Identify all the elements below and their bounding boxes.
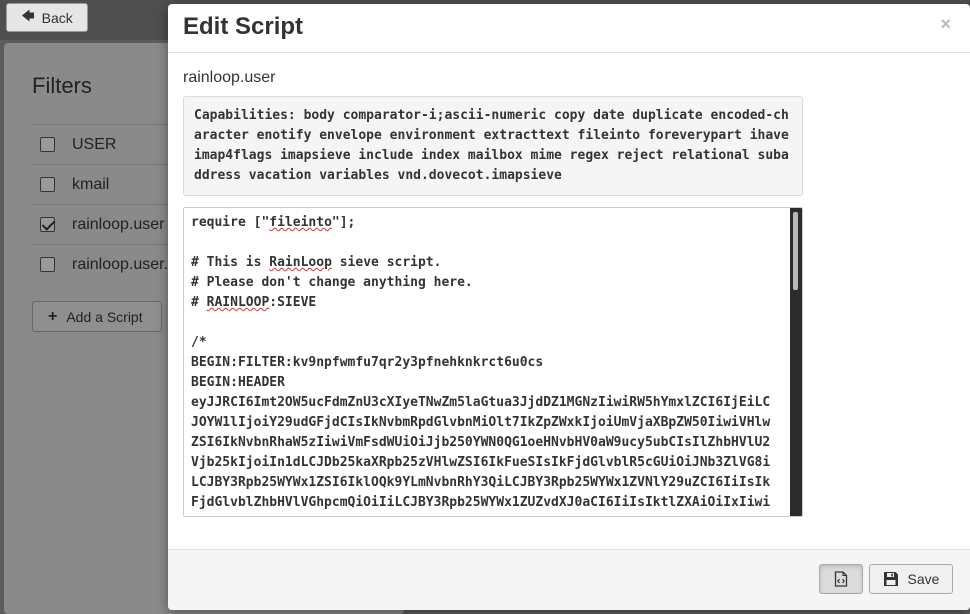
edit-script-dialog: Edit Script × rainloop.user Capabilities… [168, 4, 970, 610]
back-button[interactable]: 🡄 Back [6, 3, 88, 32]
raw-mode-button[interactable] [819, 564, 863, 594]
code-line: ZSI6IkNvbnRhaW5zIiwiVmFsdWUiOiJjb250YWN0… [191, 435, 771, 450]
dialog-header: Edit Script × [168, 4, 970, 53]
add-script-button[interactable]: + Add a Script [32, 301, 162, 332]
list-item[interactable]: kmail [32, 164, 172, 204]
page-title: Filters [32, 73, 92, 98]
checkbox[interactable] [40, 257, 55, 272]
filter-name[interactable]: kmail [72, 176, 109, 194]
filter-name[interactable]: USER [72, 136, 116, 154]
arrow-left-icon: 🡄 [21, 7, 35, 23]
list-item[interactable]: rainloop.user. [32, 244, 172, 284]
code-line: # This is RainLoop sieve script. [191, 255, 442, 270]
script-name: rainloop.user [183, 69, 276, 86]
capabilities-box: Capabilities: body comparator-i;ascii-nu… [183, 96, 803, 196]
code-line: require ["fileinto"]; [191, 215, 356, 230]
code-line: JOYW1lIjoiY29udGFjdCIsIkNvbmRpdGlvbnMiOl… [191, 415, 771, 430]
list-item[interactable]: rainloop.user [32, 204, 172, 244]
save-button[interactable]: Save [869, 564, 953, 594]
code-line: BEGIN:HEADER [191, 375, 285, 390]
code-file-icon [834, 571, 848, 587]
code-line: BEGIN:FILTER:kv9npfwmfu7qr2y3pfnehknkrct… [191, 355, 544, 370]
dialog-title: Edit Script [183, 13, 304, 40]
code-line: # RAINLOOP:SIEVE [191, 295, 317, 310]
script-text[interactable]: require ["fileinto"]; # This is RainLoop… [191, 213, 787, 513]
floppy-disk-icon [883, 572, 898, 586]
checkbox[interactable] [40, 137, 55, 152]
code-line: eyJJRCI6Imt2OW5ucFdmZnU3cXIyeTNwZm5laGtu… [191, 395, 771, 410]
filter-name[interactable]: rainloop.user [72, 216, 165, 234]
editor-scrollbar[interactable] [790, 208, 802, 516]
checkbox[interactable] [40, 177, 55, 192]
code-line: # Please don't change anything here. [191, 275, 473, 290]
code-line: /* [191, 335, 207, 350]
code-line: Vjb25kIjoiIn1dLCJDb25kaXRpb25zVHlwZSI6Ik… [191, 455, 771, 470]
checkbox-checked[interactable] [40, 217, 55, 232]
back-label: Back [41, 9, 73, 26]
close-icon[interactable]: × [940, 14, 951, 35]
add-script-label: Add a Script [66, 308, 143, 325]
save-label: Save [907, 571, 940, 587]
list-item[interactable]: USER [32, 124, 172, 164]
filter-name[interactable]: rainloop.user. [72, 256, 168, 274]
code-line: FjdGlvblZhbHVlVGhpcmQiOiIiLCJBY3Rpb25WYW… [191, 495, 771, 510]
plus-icon: + [48, 307, 58, 325]
dialog-footer: Save [168, 549, 970, 610]
script-editor[interactable]: require ["fileinto"]; # This is RainLoop… [183, 207, 803, 517]
code-line: LCJBY3Rpb25WYWx1ZSI6IklOQk9YLmNvbnRhY3Qi… [191, 475, 771, 490]
filter-list: USER kmail rainloop.user rainloop.user. [32, 124, 172, 284]
scrollbar-thumb[interactable] [793, 212, 798, 290]
